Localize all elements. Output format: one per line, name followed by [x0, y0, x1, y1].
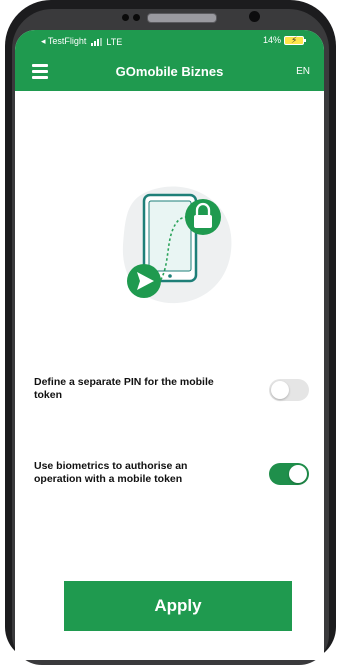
- charging-bolt-icon: ⚡: [291, 34, 298, 45]
- earpiece-speaker: [147, 13, 217, 23]
- signal-icon: [91, 37, 103, 46]
- biometrics-setting: Use biometrics to authorise an operation…: [34, 460, 309, 488]
- status-right: 14% ⚡: [262, 34, 306, 45]
- status-bar: ◂ TestFlight LTE 14% ⚡: [15, 30, 324, 53]
- front-sensor-dot: [133, 14, 140, 21]
- front-sensor-dot: [122, 14, 129, 21]
- separate-pin-setting: Define a separate PIN for the mobile tok…: [34, 376, 309, 404]
- front-camera: [249, 11, 260, 22]
- network-type: LTE: [106, 36, 123, 47]
- mobile-token-illustration: [122, 186, 232, 304]
- status-left: ◂ TestFlight LTE: [41, 36, 122, 47]
- toggle-knob: [289, 465, 307, 483]
- separate-pin-label: Define a separate PIN for the mobile tok…: [34, 376, 214, 401]
- back-to-testflight-link[interactable]: ◂ TestFlight: [41, 36, 86, 47]
- biometrics-toggle[interactable]: [269, 463, 309, 485]
- send-arrow-icon: [127, 264, 161, 298]
- toggle-knob: [271, 381, 289, 399]
- battery-percent: 14%: [262, 35, 281, 45]
- app-title: GOmobile Biznes: [115, 64, 224, 79]
- battery-icon: ⚡: [284, 34, 306, 45]
- lock-icon: [185, 199, 221, 235]
- language-switcher[interactable]: EN: [296, 66, 310, 77]
- biometrics-label: Use biometrics to authorise an operation…: [34, 460, 188, 485]
- app-screen: ◂ TestFlight LTE 14% ⚡ GOmobile Biznes E…: [15, 30, 324, 660]
- apply-button[interactable]: Apply: [64, 581, 292, 631]
- app-header: GOmobile Biznes EN: [15, 53, 324, 91]
- separate-pin-toggle[interactable]: [269, 379, 309, 401]
